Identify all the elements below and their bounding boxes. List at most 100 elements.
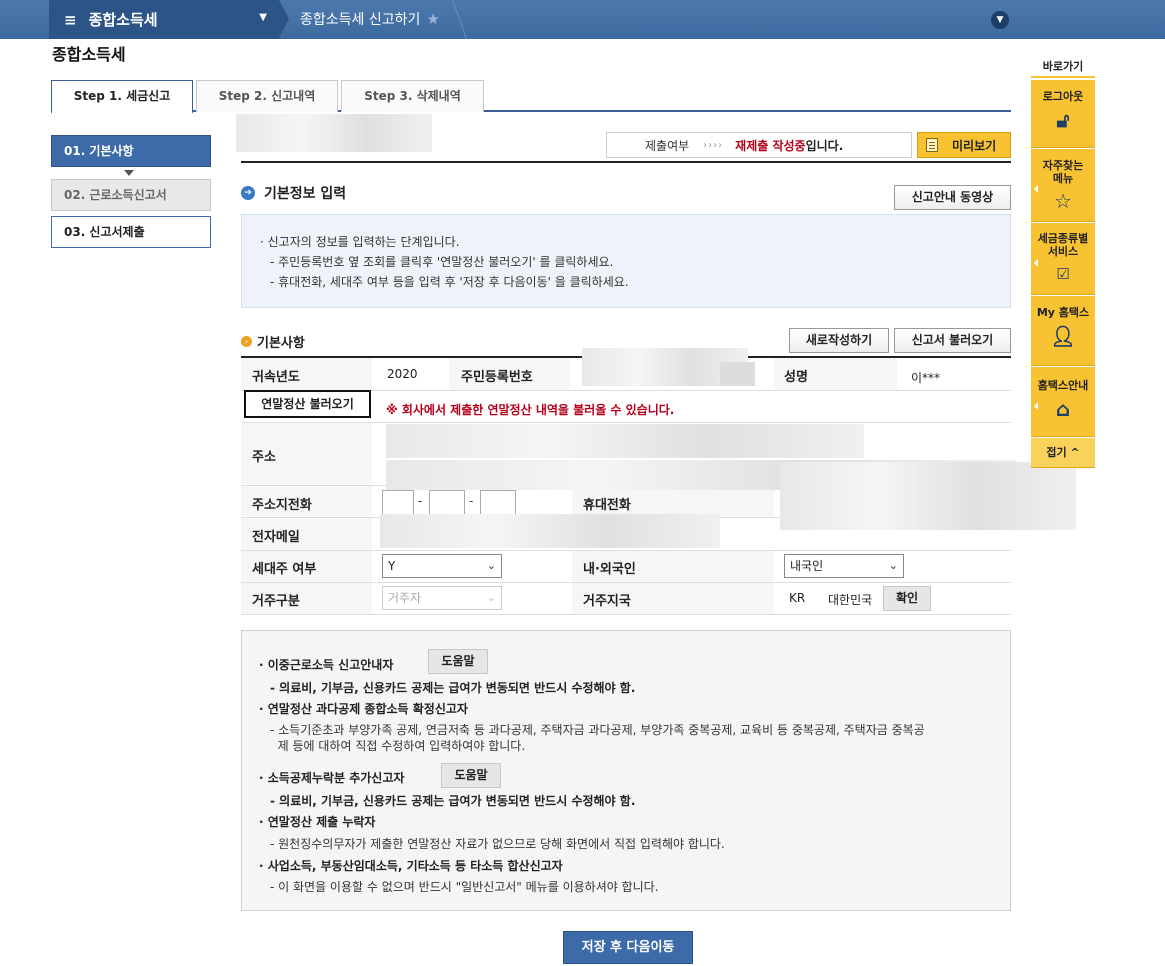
expand-menu-icon[interactable]: ▼: [991, 11, 1009, 29]
residence-type-label: 거주구분: [252, 594, 300, 609]
confirm-button[interactable]: 확인: [883, 586, 931, 611]
quick-menu: 바로가기: [1031, 56, 1095, 78]
quick-hometax-guide[interactable]: 홈택스안내 ⌂: [1031, 367, 1095, 437]
step-basic-info[interactable]: 01. 기본사항: [51, 135, 211, 167]
help-button[interactable]: 도움말: [428, 649, 488, 674]
email-label: 전자메일: [252, 530, 300, 545]
notice-item-title: · 사업소득, 부동산임대소득, 기타소득 등 타소득 합산신고자: [259, 859, 563, 873]
chevron-down-icon: ⌄: [486, 591, 496, 604]
divider: [241, 161, 1011, 163]
year-label: 귀속년도: [252, 370, 300, 385]
chevron-down-icon: ⌄: [486, 559, 496, 572]
redacted-area: [236, 114, 432, 152]
checkbox-icon: ☑: [1056, 265, 1070, 283]
status-suffix: 입니다.: [805, 138, 844, 153]
notice-item-desc: - 의료비, 기부금, 신용카드 공제는 급여가 변동되면 반드시 수정해야 함…: [270, 681, 636, 695]
basic-info-title: 기본사항: [257, 336, 305, 351]
load-return-button[interactable]: 신고서 불러오기: [894, 328, 1011, 353]
householder-select[interactable]: Y ⌄: [382, 554, 502, 578]
quick-hometax-guide-label: 홈택스안내: [1037, 379, 1089, 392]
notice-item-desc: - 원천징수의무자가 제출한 연말정산 자료가 없으므로 당해 화면에서 직접 …: [270, 837, 725, 851]
householder-label: 세대주 여부: [252, 562, 317, 577]
breadcrumb-current: 종합소득세 신고하기: [300, 12, 421, 28]
main-menu-title: 종합소득세: [88, 11, 158, 29]
lock-icon: 🔓︎: [1056, 108, 1070, 132]
notice-item-desc: - 이 화면을 이용할 수 없으며 반드시 "일반신고서" 메뉴를 이용하셔야 …: [270, 880, 659, 894]
quick-tax-services[interactable]: 세금종류별 서비스 ☑: [1031, 223, 1095, 295]
person-icon: 👤︎: [1050, 324, 1076, 348]
arrow-left-icon: [1034, 185, 1038, 193]
status-arrows: ››››: [703, 139, 724, 151]
quick-favorites[interactable]: 자주찾는 메뉴 ☆: [1031, 149, 1095, 222]
hamburger-icon: ≡: [64, 10, 77, 29]
arrow-left-icon: [1034, 401, 1038, 410]
notice-item-title: · 이중근로소득 신고안내자: [259, 658, 394, 672]
basic-info-header: › 기본사항: [241, 332, 305, 351]
favorite-star-icon[interactable]: ★: [426, 10, 439, 28]
year-value: 2020: [387, 367, 418, 381]
section-title: 기본정보 입력: [264, 186, 347, 202]
star-icon: ☆: [1054, 189, 1072, 213]
quick-my-hometax[interactable]: My 홈택스 👤︎: [1031, 296, 1095, 366]
tab-step1[interactable]: Step 1. 세금신고: [51, 80, 193, 114]
notice-item-title: · 연말정산 제출 누락자: [259, 815, 376, 829]
breadcrumb: 종합소득세 신고하기 ★: [300, 9, 440, 29]
step-pointer-icon: [124, 170, 134, 176]
rrn-search-button[interactable]: [720, 362, 755, 386]
top-navigation-bar: ≡ 종합소득세 ▼ 종합소득세 신고하기 ★ ▼: [0, 0, 1165, 39]
phone-mid-input[interactable]: [429, 490, 465, 515]
phone-last-input[interactable]: [480, 490, 516, 515]
notice-item-title: · 연말정산 과다공제 종합소득 확정신고자: [259, 702, 468, 716]
mobile-label: 휴대전화: [583, 498, 631, 513]
year-end-warning: ※ 회사에서 제출한 연말정산 내역을 불러올 수 있습니다.: [386, 403, 675, 417]
nationality-label: 내·외국인: [583, 562, 636, 577]
step-submit[interactable]: 03. 신고서제출: [51, 216, 211, 248]
name-label: 성명: [784, 370, 808, 385]
nationality-select[interactable]: 내국인 ⌄: [784, 554, 904, 578]
nationality-value: 내국인: [790, 559, 824, 573]
quick-logout-label: 로그아웃: [1042, 90, 1084, 103]
quick-logout[interactable]: 로그아웃 🔓︎: [1031, 80, 1095, 148]
document-icon: [926, 138, 938, 152]
page-title: 종합소득세: [52, 45, 126, 64]
address-label: 주소: [252, 450, 276, 465]
quick-my-hometax-label: My 홈택스: [1036, 306, 1090, 319]
help-button[interactable]: 도움말: [441, 763, 501, 788]
phone-dash: -: [418, 494, 423, 508]
phone-area-input[interactable]: [382, 490, 414, 515]
chevron-down-icon: ⌄: [888, 559, 898, 572]
email-redacted: [380, 514, 720, 548]
quick-favorites-label: 자주찾는 메뉴: [1042, 159, 1084, 185]
residence-country-label: 거주지국: [583, 594, 631, 609]
quick-tax-services-label: 세금종류별 서비스: [1037, 232, 1089, 258]
new-write-button[interactable]: 새로작성하기: [789, 328, 889, 353]
arrow-right-icon: ➔: [241, 186, 255, 200]
quick-menu-title: 바로가기: [1031, 56, 1095, 78]
guide-video-button[interactable]: 신고안내 동영상: [894, 185, 1011, 210]
notice-item-title: · 소득공제누락분 추가신고자: [259, 771, 405, 785]
save-next-button[interactable]: 저장 후 다음이동: [563, 931, 693, 964]
section-header: ➔ 기본정보 입력: [241, 183, 346, 203]
country-name: 대한민국: [828, 593, 873, 607]
notice-box: · 이중근로소득 신고안내자 도움말 - 의료비, 기부금, 신용카드 공제는 …: [241, 630, 1011, 911]
notice-item-desc: 제 등에 대하여 직접 수정하여 입력하여야 합니다.: [270, 739, 526, 753]
preview-button[interactable]: 미리보기: [917, 132, 1011, 158]
breadcrumb-separator: [438, 0, 468, 39]
tab-step3[interactable]: Step 3. 삭제내역: [341, 80, 484, 112]
mobile-redacted: [780, 462, 1076, 530]
step-tabs: Step 1. 세금신고 Step 2. 신고내역 Step 3. 삭제내역: [51, 80, 1011, 114]
phone-label: 주소지전화: [252, 498, 312, 513]
tab-step2[interactable]: Step 2. 신고내역: [196, 80, 338, 112]
status-label: 제출여부: [645, 138, 690, 153]
householder-value: Y: [388, 559, 396, 573]
notice-item-desc: - 소득기준초과 부양가족 공제, 연금저축 등 과다공제, 주택자금 과다공제…: [270, 723, 925, 737]
main-menu-button[interactable]: ≡ 종합소득세 ▼: [49, 0, 279, 39]
quick-menu-collapse[interactable]: 접기 ^: [1031, 438, 1095, 468]
row-divider: [241, 614, 1011, 615]
name-value: 이***: [911, 371, 941, 385]
step-earned-income[interactable]: 02. 근로소득신고서: [51, 179, 211, 211]
address-redacted: [386, 424, 864, 458]
house-icon: ⌂: [1055, 397, 1071, 421]
year-end-load-button[interactable]: 연말정산 불러오기: [244, 390, 371, 418]
rrn-label: 주민등록번호: [461, 370, 533, 385]
